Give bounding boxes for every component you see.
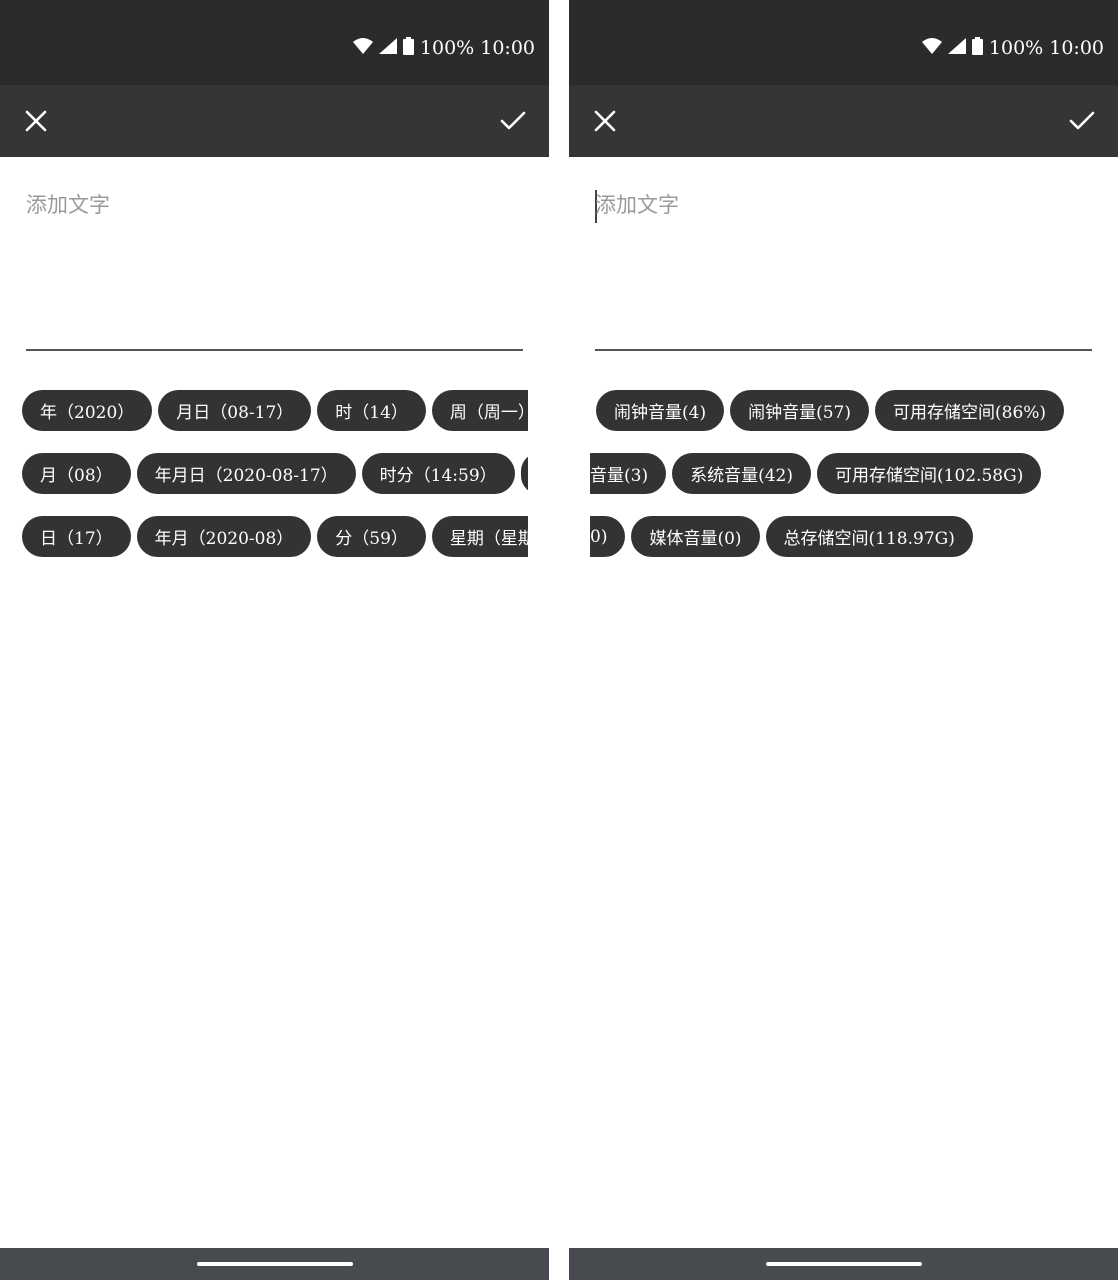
navigation-bar [0, 1248, 549, 1280]
chip-minute[interactable]: 分（59） [317, 516, 426, 557]
text-area [595, 157, 1092, 351]
chip-partial[interactable]: 0) [590, 516, 626, 557]
chip-system-volume[interactable]: 系统音量(42) [672, 453, 811, 494]
navigation-bar [569, 1248, 1118, 1280]
chip-row: 闹钟音量(4) 闹钟音量(57) 可用存储空间(86%) [596, 390, 1065, 431]
chip-hour-minute[interactable]: 时分（14:59） [361, 453, 515, 494]
close-button[interactable] [18, 103, 54, 139]
status-bar: 100% 10:00 [569, 0, 1118, 85]
chip-row: 0) 媒体音量(0) 总存储空间(118.97G) [590, 516, 973, 557]
chip-alarm-volume-2[interactable]: 闹钟音量(57) [730, 390, 869, 431]
toolbar [0, 85, 549, 157]
clock: 10:00 [1049, 37, 1104, 59]
chip-weekday[interactable]: 星期（星期 [431, 516, 528, 557]
chip-month-day[interactable]: 月日（08-17） [158, 390, 312, 431]
chip-day[interactable]: 日（17） [22, 516, 131, 557]
status-indicators: 100% 10:00 [921, 36, 1104, 60]
check-icon [500, 111, 526, 130]
close-icon [594, 110, 616, 132]
chip-media-volume[interactable]: 媒体音量(0) [631, 516, 760, 557]
left-screen: 100% 10:00 年（2020） 月日（08-17） 时（14） 周（周一）… [0, 0, 549, 1280]
close-icon [25, 110, 47, 132]
battery-icon [971, 36, 983, 60]
home-handle[interactable] [196, 1262, 353, 1266]
variable-chips: 闹钟音量(4) 闹钟音量(57) 可用存储空间(86%) 音量(3) 系统音量(… [590, 390, 1115, 560]
chip-alarm-volume[interactable]: 闹钟音量(4) [596, 390, 725, 431]
chip-row: 日（17） 年月（2020-08） 分（59） 星期（星期 [22, 516, 528, 557]
chip-row: 月（08） 年月日（2020-08-17） 时分（14:59） [22, 453, 528, 494]
home-handle[interactable] [765, 1262, 922, 1266]
chip-year-month[interactable]: 年月（2020-08） [136, 516, 312, 557]
battery-percent: 100% [988, 37, 1044, 59]
chip-year-month-day[interactable]: 年月日（2020-08-17） [136, 453, 356, 494]
check-icon [1069, 111, 1095, 130]
signal-icon [378, 37, 397, 59]
status-bar: 100% 10:00 [0, 0, 549, 85]
wifi-icon [921, 37, 942, 59]
clock: 10:00 [480, 37, 535, 59]
variable-chips: 年（2020） 月日（08-17） 时（14） 周（周一） 月（08） 年月日（… [22, 390, 528, 560]
screen-divider [549, 0, 569, 1280]
chip-available-storage[interactable]: 可用存储空间(102.58G) [817, 453, 1042, 494]
confirm-button[interactable] [1064, 103, 1100, 139]
add-text-input[interactable] [26, 193, 523, 217]
chip-year[interactable]: 年（2020） [22, 390, 153, 431]
chip-hour[interactable]: 时（14） [317, 390, 426, 431]
text-area [26, 157, 523, 351]
status-indicators: 100% 10:00 [352, 36, 535, 60]
chip-week[interactable]: 周（周一） [431, 390, 528, 431]
toolbar [569, 85, 1118, 157]
chip-row: 音量(3) 系统音量(42) 可用存储空间(102.58G) [590, 453, 1042, 494]
signal-icon [947, 37, 966, 59]
chip-row: 年（2020） 月日（08-17） 时（14） 周（周一） [22, 390, 528, 431]
chip-total-storage[interactable]: 总存储空间(118.97G) [765, 516, 973, 557]
add-text-input[interactable] [595, 193, 1092, 217]
battery-icon [402, 36, 414, 60]
right-screen: 100% 10:00 闹钟音量(4) 闹钟音量(57) 可用存储空间(86%) … [569, 0, 1118, 1280]
wifi-icon [352, 37, 373, 59]
confirm-button[interactable] [495, 103, 531, 139]
chip-available-storage-percent[interactable]: 可用存储空间(86%) [875, 390, 1065, 431]
chip-volume-partial[interactable]: 音量(3) [590, 453, 667, 494]
close-button[interactable] [587, 103, 623, 139]
chip-month[interactable]: 月（08） [22, 453, 131, 494]
battery-percent: 100% [419, 37, 475, 59]
chip-partial[interactable] [520, 453, 528, 494]
